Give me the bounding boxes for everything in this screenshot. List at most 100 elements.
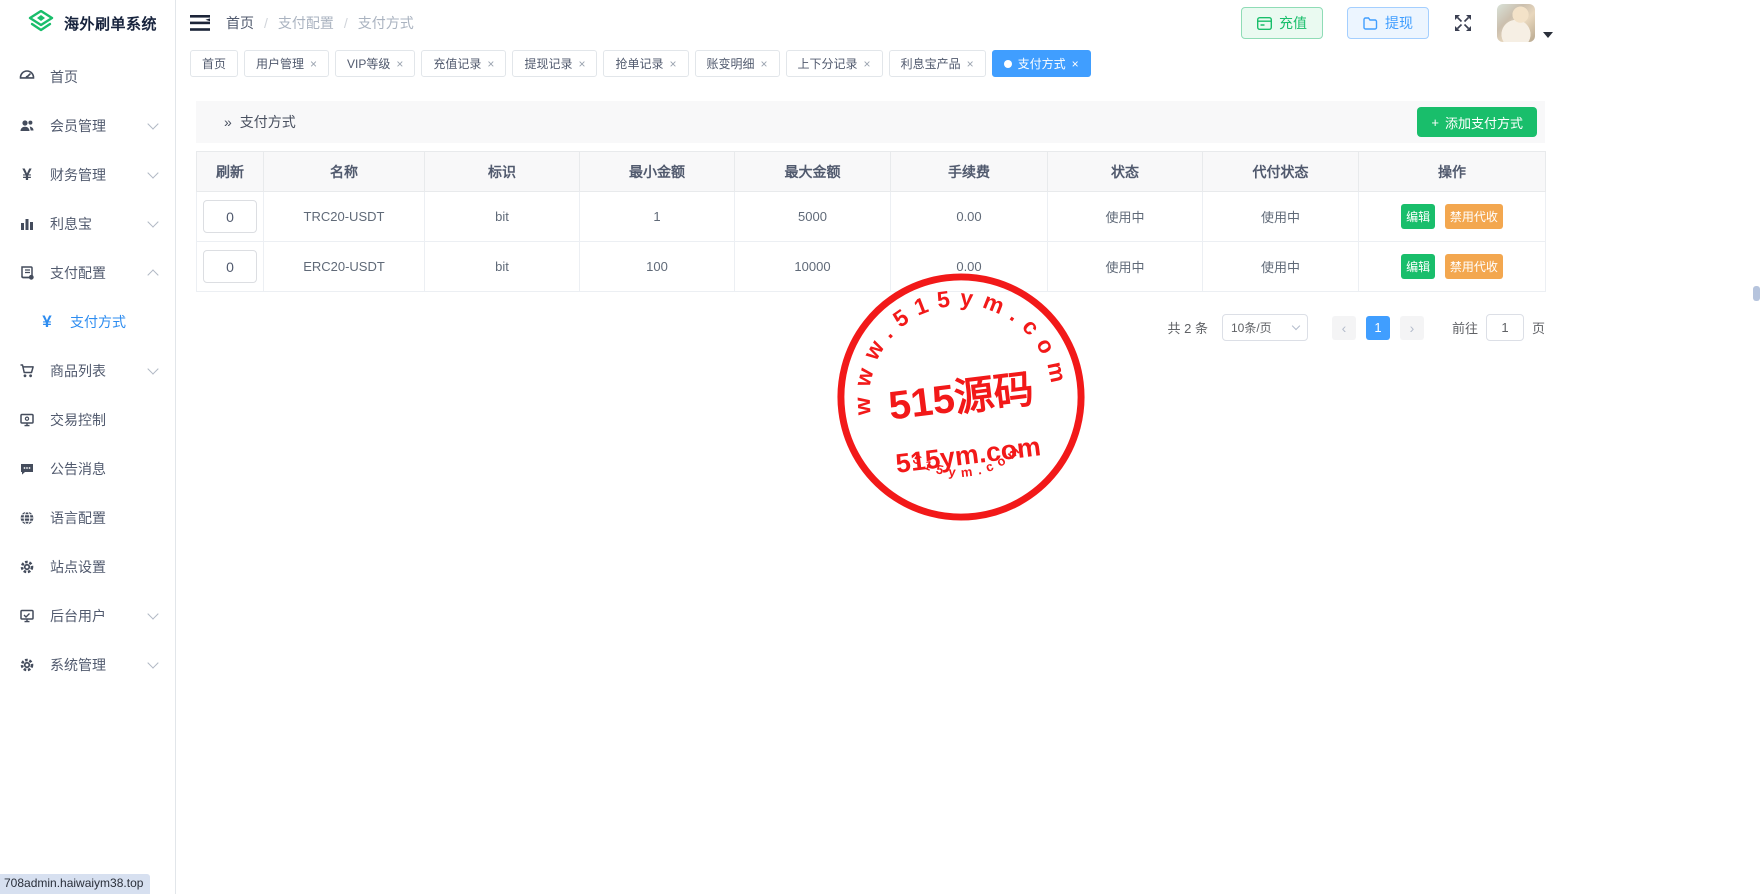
- col-name: 名称: [264, 152, 425, 192]
- sidebar-item-admin-users[interactable]: 后台用户: [0, 591, 175, 640]
- sidebar-item-label: 利息宝: [50, 214, 92, 234]
- col-mark: 标识: [425, 152, 580, 192]
- tab-home[interactable]: 首页: [190, 50, 238, 77]
- pagination-total: 共 2 条: [1168, 318, 1208, 337]
- edit-button[interactable]: 编辑: [1401, 254, 1435, 279]
- refresh-input[interactable]: [203, 250, 257, 283]
- recharge-label: 充值: [1279, 13, 1307, 33]
- chevron-down-icon: [147, 118, 158, 129]
- cell-fee: 0.00: [891, 192, 1048, 242]
- cell-min: 1: [580, 192, 735, 242]
- current-page-button[interactable]: 1: [1366, 316, 1390, 340]
- goto-page-input[interactable]: [1486, 314, 1524, 341]
- sidebar-item-payment-config[interactable]: 支付配置: [0, 248, 175, 297]
- tab-updown-records[interactable]: 上下分记录 ×: [786, 50, 883, 77]
- sidebar-item-announcements[interactable]: 公告消息: [0, 444, 175, 493]
- refresh-input[interactable]: [203, 200, 257, 233]
- edit-button[interactable]: 编辑: [1401, 204, 1435, 229]
- sidebar-item-home[interactable]: 首页: [0, 52, 175, 101]
- tab-recharge-records[interactable]: 充值记录 ×: [421, 50, 506, 77]
- sidebar-item-label: 公告消息: [50, 459, 106, 479]
- tab-label: 支付方式: [1018, 55, 1066, 72]
- breadcrumb: 首页 / 支付配置 / 支付方式: [226, 13, 414, 33]
- fullscreen-icon[interactable]: [1453, 13, 1473, 33]
- recharge-button[interactable]: 充值: [1241, 7, 1323, 39]
- sidebar-item-products[interactable]: 商品列表: [0, 346, 175, 395]
- close-icon[interactable]: ×: [578, 58, 585, 70]
- sidebar-item-finance[interactable]: ¥ 财务管理: [0, 150, 175, 199]
- sidebar-collapse-icon[interactable]: [190, 15, 210, 31]
- tab-label: 抢单记录: [615, 55, 663, 72]
- breadcrumb-home[interactable]: 首页: [226, 13, 254, 33]
- sidebar-item-trade-control[interactable]: 交易控制: [0, 395, 175, 444]
- tab-user-management[interactable]: 用户管理 ×: [244, 50, 329, 77]
- app-root: 海外刷单系统 首页 会员管理 ¥ 财务管理: [0, 0, 1761, 894]
- breadcrumb-payment-method[interactable]: 支付方式: [358, 13, 414, 33]
- close-icon[interactable]: ×: [396, 58, 403, 70]
- tab-vip-level[interactable]: VIP等级 ×: [335, 50, 415, 77]
- add-payment-method-button[interactable]: + 添加支付方式: [1417, 107, 1537, 137]
- sidebar-item-label: 商品列表: [50, 361, 106, 381]
- col-fee: 手续费: [891, 152, 1048, 192]
- next-page-button[interactable]: ›: [1400, 316, 1424, 340]
- prev-page-button[interactable]: ‹: [1332, 316, 1356, 340]
- cell-min: 100: [580, 242, 735, 292]
- sidebar-item-label: 语言配置: [50, 508, 106, 528]
- page-size-select[interactable]: 10条/页: [1222, 314, 1308, 341]
- close-icon[interactable]: ×: [761, 58, 768, 70]
- avatar[interactable]: [1497, 4, 1535, 42]
- close-icon[interactable]: ×: [864, 58, 871, 70]
- sidebar-item-label: 财务管理: [50, 165, 106, 185]
- tab-interest-products[interactable]: 利息宝产品 ×: [889, 50, 986, 77]
- disable-collect-button[interactable]: 禁用代收: [1445, 204, 1503, 229]
- sidebar-item-system[interactable]: 系统管理: [0, 640, 175, 689]
- globe-icon: [18, 509, 36, 527]
- chevron-down-icon: [147, 216, 158, 227]
- plus-icon: +: [1431, 115, 1439, 130]
- close-icon[interactable]: ×: [487, 58, 494, 70]
- col-actions: 操作: [1359, 152, 1546, 192]
- agent-status-badge: 使用中: [1203, 242, 1359, 292]
- app-logo-row[interactable]: 海外刷单系统: [0, 0, 175, 46]
- tab-label: 充值记录: [433, 55, 481, 72]
- breadcrumb-separator: /: [264, 15, 268, 31]
- sidebar-item-label: 会员管理: [50, 116, 106, 136]
- sidebar-item-language[interactable]: 语言配置: [0, 493, 175, 542]
- close-icon[interactable]: ×: [1072, 58, 1079, 70]
- sidebar-item-interest[interactable]: 利息宝: [0, 199, 175, 248]
- topbar: 首页 / 支付配置 / 支付方式 充值 提现: [176, 0, 1761, 46]
- sidebar-item-label: 交易控制: [50, 410, 106, 430]
- tab-account-changes[interactable]: 账变明细 ×: [695, 50, 780, 77]
- chevron-down-icon: [147, 167, 158, 178]
- sidebar-menu: 首页 会员管理 ¥ 财务管理 利息宝: [0, 46, 175, 689]
- tab-label: 利息宝产品: [901, 55, 961, 72]
- sidebar-item-label: 支付配置: [50, 263, 106, 283]
- active-dot-icon: [1004, 60, 1012, 68]
- sidebar-item-label: 站点设置: [50, 557, 106, 577]
- sidebar-item-payment-method[interactable]: ¥ 支付方式: [0, 297, 175, 346]
- table-row: TRC20-USDT bit 1 5000 0.00 使用中 使用中 编辑 禁用…: [197, 192, 1546, 242]
- table-header-row: 刷新 名称 标识 最小金额 最大金额 手续费 状态 代付状态 操作: [197, 152, 1546, 192]
- tab-order-grab-records[interactable]: 抢单记录 ×: [603, 50, 688, 77]
- yuan-icon: ¥: [38, 313, 56, 331]
- close-icon[interactable]: ×: [310, 58, 317, 70]
- sidebar-item-members[interactable]: 会员管理: [0, 101, 175, 150]
- cell-max: 5000: [735, 192, 891, 242]
- withdraw-button[interactable]: 提现: [1347, 7, 1429, 39]
- system-gear-icon: [18, 656, 36, 674]
- status-bar-link: 708admin.haiwaiym38.top: [0, 874, 150, 894]
- tab-withdraw-records[interactable]: 提现记录 ×: [512, 50, 597, 77]
- user-menu[interactable]: [1497, 4, 1553, 42]
- vertical-scrollbar-thumb[interactable]: [1753, 286, 1760, 301]
- stamp-center-title: 515源码: [886, 367, 1036, 428]
- sidebar-item-site-settings[interactable]: 站点设置: [0, 542, 175, 591]
- breadcrumb-payment-config[interactable]: 支付配置: [278, 13, 334, 33]
- svg-text:515ym.com: 515ym.com: [909, 438, 1029, 486]
- close-icon[interactable]: ×: [669, 58, 676, 70]
- sidebar-item-label: 系统管理: [50, 655, 106, 675]
- app-title: 海外刷单系统: [64, 13, 157, 34]
- tab-payment-method[interactable]: 支付方式 ×: [992, 50, 1091, 77]
- agent-status-badge: 使用中: [1203, 192, 1359, 242]
- disable-collect-button[interactable]: 禁用代收: [1445, 254, 1503, 279]
- close-icon[interactable]: ×: [967, 58, 974, 70]
